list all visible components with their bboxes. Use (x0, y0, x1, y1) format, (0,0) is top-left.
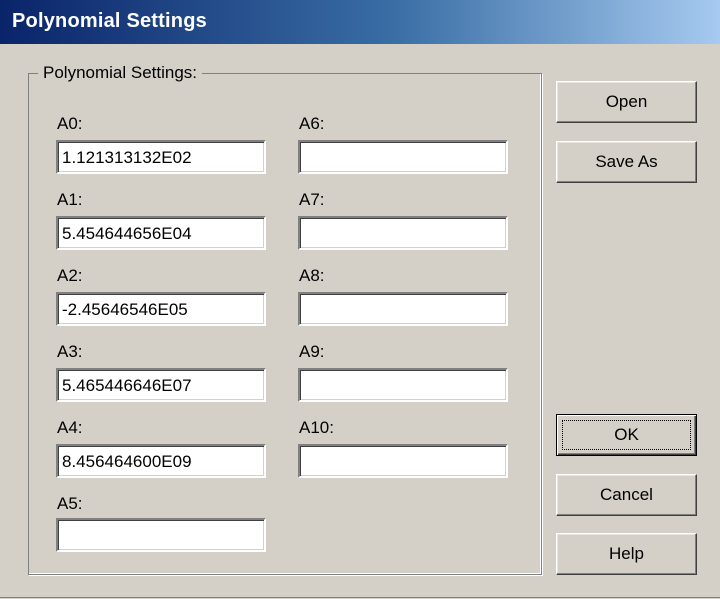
a9-label: A9: (299, 342, 325, 361)
a10-label: A10: (299, 418, 334, 437)
a8-input[interactable] (298, 292, 508, 326)
cancel-button[interactable]: Cancel (556, 474, 697, 516)
a5-label: A5: (57, 494, 83, 513)
a1-input[interactable]: 5.454644656E04 (56, 216, 266, 250)
a6-label: A6: (299, 114, 325, 133)
open-button[interactable]: Open (556, 81, 697, 123)
a4-label: A4: (57, 418, 83, 437)
ok-button[interactable]: OK (556, 414, 697, 456)
a10-input[interactable] (298, 444, 508, 478)
a4-input[interactable]: 8.456464600E09 (56, 444, 266, 478)
a2-input[interactable]: -2.45646546E05 (56, 292, 266, 326)
a1-label: A1: (57, 190, 83, 209)
help-button[interactable]: Help (556, 533, 697, 575)
a6-input[interactable] (298, 140, 508, 174)
window-title: Polynomial Settings (12, 10, 207, 32)
a3-label: A3: (57, 342, 83, 361)
window-bottom-border (0, 597, 720, 598)
ok-focus-rect: OK (562, 420, 691, 450)
a7-label: A7: (299, 190, 325, 209)
a5-input[interactable] (56, 518, 266, 552)
a9-input[interactable] (298, 368, 508, 402)
title-bar[interactable]: Polynomial Settings (0, 0, 720, 44)
a8-label: A8: (299, 266, 325, 285)
a0-input[interactable]: 1.121313132E02 (56, 140, 266, 174)
group-legend: Polynomial Settings: (38, 63, 203, 83)
a3-input[interactable]: 5.465446646E07 (56, 368, 266, 402)
a7-input[interactable] (298, 216, 508, 250)
polynomial-settings-dialog: Polynomial Settings Polynomial Settings:… (0, 0, 720, 599)
a0-label: A0: (57, 114, 83, 133)
save-as-button[interactable]: Save As (556, 141, 697, 183)
a2-label: A2: (57, 266, 83, 285)
